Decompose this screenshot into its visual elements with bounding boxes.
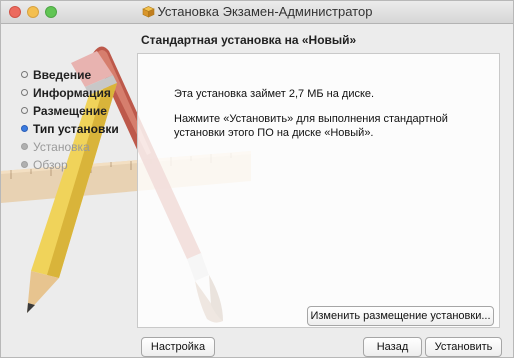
page-heading: Стандартная установка на «Новый» xyxy=(141,33,357,47)
sidebar-item-destination: Размещение xyxy=(21,104,119,122)
step-dot-current-icon xyxy=(21,125,28,132)
step-dot-icon xyxy=(21,71,28,78)
install-button[interactable]: Установить xyxy=(425,337,502,357)
title-bar[interactable]: Установка Экзамен-Администратор xyxy=(1,1,513,24)
sidebar-item-label: Размещение xyxy=(33,104,107,118)
installer-box-icon xyxy=(141,6,155,18)
step-dot-icon xyxy=(21,143,28,150)
sidebar-item-introduction: Введение xyxy=(21,68,119,86)
install-instructions-text: Нажмите «Установить» для выполнения стан… xyxy=(174,113,448,139)
install-size-text: Эта установка займет 2,7 МБ на диске. xyxy=(174,88,375,100)
sidebar-item-information: Информация xyxy=(21,86,119,104)
sidebar-item-label: Тип установки xyxy=(33,122,119,136)
customize-button[interactable]: Настройка xyxy=(141,337,215,357)
install-steps-sidebar: Введение Информация Размещение Тип устан… xyxy=(21,68,119,176)
back-button[interactable]: Назад xyxy=(363,337,422,357)
window-title: Установка Экзамен-Администратор xyxy=(157,4,373,19)
sidebar-item-installation-type: Тип установки xyxy=(21,122,119,140)
sidebar-item-label: Информация xyxy=(33,86,111,100)
sidebar-item-summary: Обзор xyxy=(21,158,119,176)
step-dot-icon xyxy=(21,161,28,168)
step-dot-icon xyxy=(21,89,28,96)
change-install-location-button[interactable]: Изменить размещение установки... xyxy=(307,306,494,326)
sidebar-item-label: Обзор xyxy=(33,158,68,172)
installer-window: Установка Экзамен-Администратор Стандарт… xyxy=(0,0,514,358)
sidebar-item-label: Введение xyxy=(33,68,92,82)
step-dot-icon xyxy=(21,107,28,114)
window-title-group: Установка Экзамен-Администратор xyxy=(1,4,513,19)
sidebar-item-installation: Установка xyxy=(21,140,119,158)
sidebar-item-label: Установка xyxy=(33,140,90,154)
